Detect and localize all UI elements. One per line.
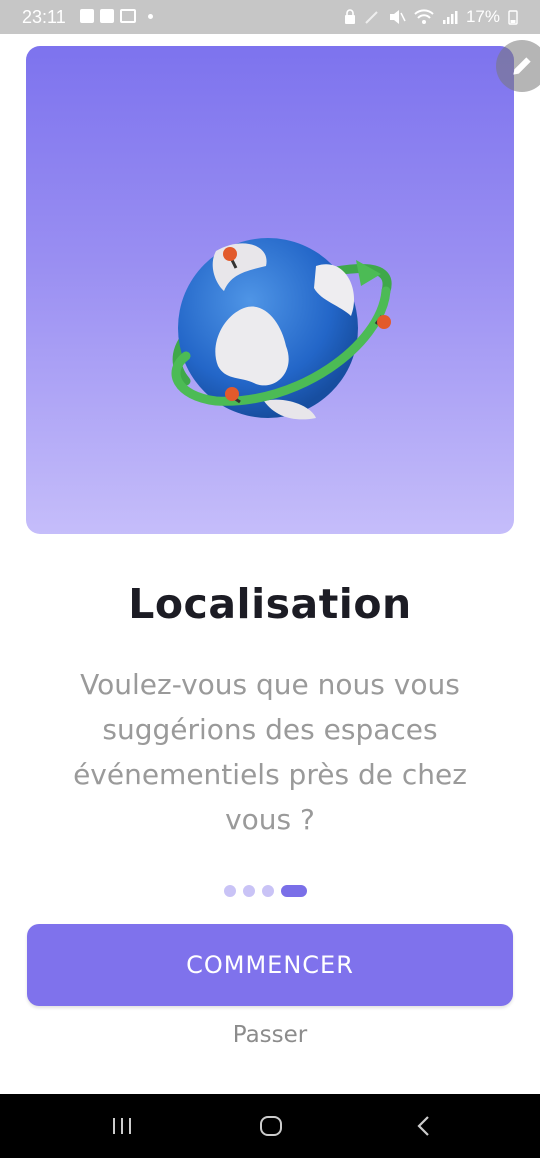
globe-illustration	[146, 196, 396, 446]
image-icon	[80, 9, 94, 23]
navigation-bar	[0, 1094, 540, 1158]
wifi-icon	[414, 9, 434, 24]
check-icon	[100, 9, 114, 23]
status-bar: 23:11 17%	[0, 0, 540, 34]
page-dot	[262, 885, 274, 897]
battery-icon	[508, 10, 518, 25]
page-description: Voulez-vous que nous vous suggérions des…	[73, 668, 467, 836]
start-button[interactable]: COMMENCER	[27, 924, 513, 1006]
lock-icon	[344, 9, 355, 24]
page-dot	[243, 885, 255, 897]
page-dot	[224, 885, 236, 897]
signal-icon	[442, 11, 458, 24]
recent-apps-icon[interactable]	[110, 1112, 134, 1140]
pencil-icon	[513, 57, 531, 75]
page-dot-active	[281, 885, 307, 897]
dot-icon	[148, 13, 153, 19]
page-title: Localisation	[128, 580, 412, 628]
status-time: 23:11	[22, 7, 66, 27]
gmail-icon	[120, 9, 136, 23]
back-icon[interactable]	[412, 1112, 436, 1140]
home-icon[interactable]	[258, 1112, 284, 1140]
hero-card	[26, 46, 514, 534]
battery-text: 17%	[465, 7, 500, 26]
skip-link[interactable]: Passer	[0, 1022, 540, 1048]
page-indicator	[224, 885, 307, 897]
pen-icon	[365, 11, 378, 24]
mute-icon	[389, 10, 406, 24]
edit-button[interactable]	[496, 40, 540, 92]
